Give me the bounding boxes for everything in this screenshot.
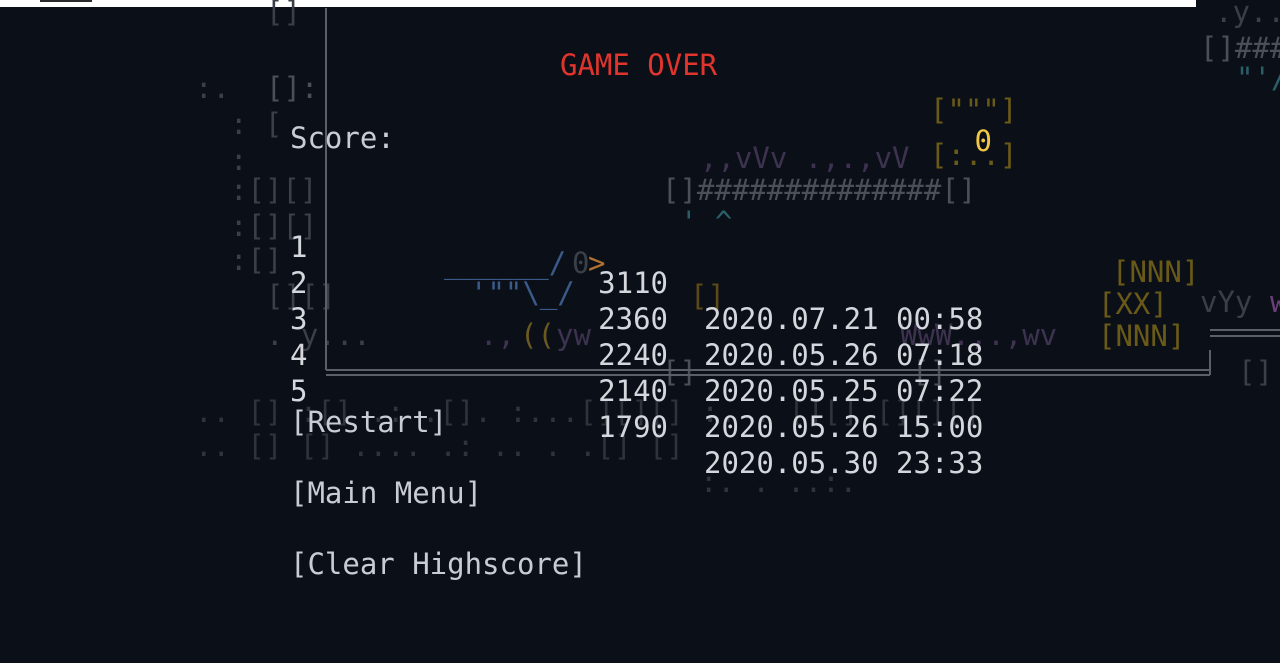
- svg-text:"'/: "'/: [1236, 61, 1280, 95]
- highscore-row: 3 2240 2020.05.25 07:22: [290, 265, 1010, 408]
- svg-text:,,vVv .,.,vV: ,,vVv .,.,vV: [700, 141, 910, 175]
- clear-highscore-button[interactable]: [Clear Highscore]: [290, 547, 587, 581]
- svg-text:[]: []: [1238, 355, 1273, 389]
- svg-text:.y..v: .y..v: [1215, 0, 1280, 29]
- svg-text:vYy: vYy: [1200, 285, 1252, 319]
- score-label: Score:: [290, 121, 395, 155]
- svg-text:[]###: []###: [1200, 31, 1280, 65]
- highscore-date: 2020.05.25 07:22: [704, 374, 984, 408]
- highscore-row: 2 2360 2020.05.26 07:18: [290, 229, 1010, 372]
- highscore-row: 4 2140 2020.05.26 15:00: [290, 301, 1010, 444]
- svg-text:[]:: []:: [266, 71, 318, 105]
- highscore-date: 2020.05.26 15:00: [704, 410, 984, 444]
- game-over-title: GAME OVER: [560, 48, 718, 82]
- svg-text:: [: : [: [230, 107, 282, 141]
- score-value: 0: [974, 124, 992, 158]
- svg-text:[XX]: [XX]: [1098, 287, 1168, 321]
- svg-text:[]: []: [266, 0, 301, 29]
- highscore-score: 1790: [598, 410, 668, 444]
- svg-text:[NNN]: [NNN]: [1112, 255, 1199, 289]
- svg-text::[]: :[]: [230, 243, 282, 277]
- highscore-row: 1 3110 2020.07.21 00:58: [290, 193, 1010, 336]
- svg-text:[NNN]: [NNN]: [1098, 319, 1185, 353]
- svg-text:["""]: ["""]: [930, 93, 1017, 127]
- highscore-score: 2140: [598, 374, 668, 408]
- highscore-rank: 5: [290, 374, 308, 408]
- svg-text::: :: [230, 143, 247, 177]
- highscore-date: 2020.05.30 23:33: [704, 446, 984, 480]
- restart-button[interactable]: [Restart]: [290, 405, 447, 439]
- svg-text::.: :.: [195, 71, 230, 105]
- highscore-table: 1 3110 2020.07.21 00:58 2 2360 2020.05.2…: [290, 193, 1010, 480]
- main-menu-button[interactable]: [Main Menu]: [290, 476, 482, 510]
- highscore-row: 5 1790 2020.05.30 23:33: [290, 337, 1010, 480]
- svg-text:w: w: [1270, 285, 1280, 319]
